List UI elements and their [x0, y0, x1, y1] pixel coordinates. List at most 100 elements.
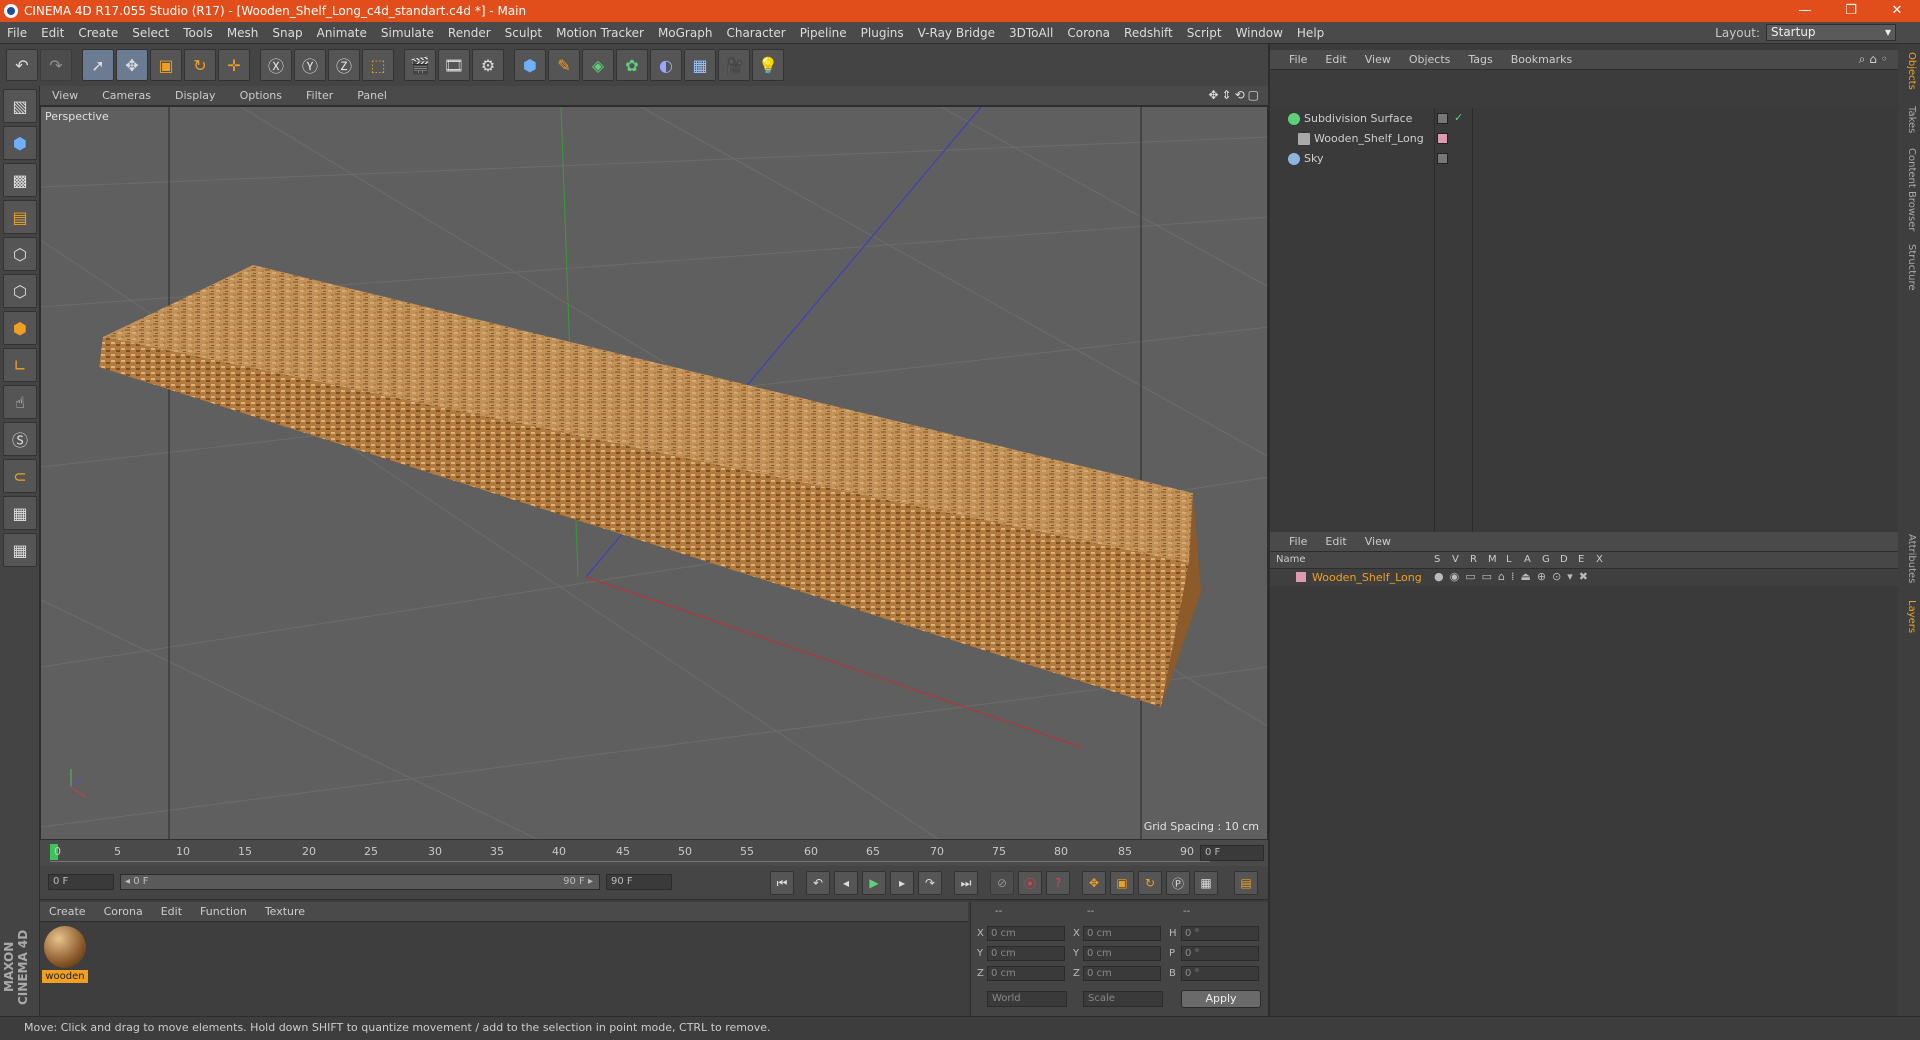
cube-primitive-icon[interactable]: ⬢ — [514, 49, 546, 81]
end-frame-field[interactable]: 90 F — [606, 874, 672, 890]
rotate-tool-icon[interactable]: ↻ — [184, 49, 216, 81]
autokey-icon[interactable]: ? — [1046, 871, 1070, 895]
object-name[interactable]: Subdivision Surface — [1304, 112, 1412, 125]
floor-icon[interactable]: ▦ — [684, 49, 716, 81]
menu-simulate[interactable]: Simulate — [374, 26, 441, 40]
menu-redshift[interactable]: Redshift — [1117, 26, 1180, 40]
objects-menu-view[interactable]: View — [1356, 53, 1400, 66]
key-rotation-icon[interactable]: ↻ — [1138, 871, 1162, 895]
menu-create[interactable]: Create — [71, 26, 125, 40]
close-button[interactable]: ✕ — [1874, 0, 1920, 22]
objects-menu-bookmarks[interactable]: Bookmarks — [1502, 53, 1581, 66]
object-manager-tools-icons[interactable]: ⌕⌂◦ — [1859, 52, 1892, 67]
points-mode-icon[interactable]: ⬡ — [3, 237, 37, 271]
menu-snap[interactable]: Snap — [265, 26, 309, 40]
previous-frame-icon[interactable]: ◂ — [834, 871, 858, 895]
rotation-p-field[interactable]: 0 ° — [1181, 946, 1259, 961]
undo-icon[interactable]: ↶ — [6, 49, 38, 81]
material-menu-function[interactable]: Function — [191, 905, 256, 918]
spline-pen-icon[interactable]: ✎ — [548, 49, 580, 81]
object-name[interactable]: Wooden_Shelf_Long — [1314, 132, 1424, 145]
layer-name[interactable]: Wooden_Shelf_Long — [1312, 571, 1422, 584]
menu-vray-bridge[interactable]: V-Ray Bridge — [911, 26, 1002, 40]
play-forward-icon[interactable]: ▶ — [862, 871, 886, 895]
apply-button[interactable]: Apply — [1181, 990, 1261, 1008]
viewport-menu-view[interactable]: View — [40, 89, 90, 102]
tab-content-browser[interactable]: Content Browser — [1901, 148, 1917, 231]
position-y-field[interactable]: 0 cm — [987, 946, 1065, 961]
3d-viewport[interactable]: Perspective Grid Spacing : 10 cm — [40, 106, 1268, 840]
light-icon[interactable]: 💡 — [752, 49, 784, 81]
go-to-start-icon[interactable]: ⏮ — [770, 871, 794, 895]
timeline-ruler[interactable]: 0 5 10 15 20 25 30 35 40 45 50 55 60 65 … — [40, 840, 1268, 866]
viewport-menu-options[interactable]: Options — [228, 89, 294, 102]
restore-button[interactable]: ❐ — [1828, 0, 1874, 22]
menu-select[interactable]: Select — [125, 26, 176, 40]
z-axis-lock-icon[interactable]: Ⓩ — [328, 49, 360, 81]
viewport-menu-filter[interactable]: Filter — [294, 89, 345, 102]
material-menu-create[interactable]: Create — [40, 905, 95, 918]
menu-motion-tracker[interactable]: Motion Tracker — [549, 26, 651, 40]
layers-menu-edit[interactable]: Edit — [1316, 535, 1355, 548]
coordinate-system-icon[interactable]: ⬚ — [362, 49, 394, 81]
layer-color-swatch[interactable] — [1296, 572, 1306, 582]
axis-mode-icon[interactable]: ∟ — [3, 348, 37, 382]
render-picture-viewer-icon[interactable]: 🎞 — [438, 49, 470, 81]
tab-structure[interactable]: Structure — [1901, 244, 1917, 291]
move-tool-icon[interactable]: ✥ — [116, 49, 148, 81]
viewport-menu-cameras[interactable]: Cameras — [90, 89, 163, 102]
timeline-window-icon[interactable]: ▤ — [1234, 871, 1258, 895]
key-scale-icon[interactable]: ▣ — [1110, 871, 1134, 895]
menu-3dtoall[interactable]: 3DToAll — [1002, 26, 1060, 40]
object-row-subdivision-surface[interactable]: Subdivision Surface ✓ — [1270, 110, 1900, 129]
current-frame-field[interactable]: 0 F — [1200, 845, 1264, 861]
material-tag-icon[interactable] — [1437, 133, 1448, 144]
tab-layers[interactable]: Layers — [1901, 600, 1917, 633]
polygons-mode-icon[interactable]: ⬢ — [3, 311, 37, 345]
next-key-icon[interactable]: ↷ — [918, 871, 942, 895]
workplane-icon[interactable]: ▤ — [3, 200, 37, 234]
menu-file[interactable]: File — [0, 26, 34, 40]
timeline-track[interactable] — [50, 844, 1210, 862]
workplane-lock-icon[interactable]: ▦ — [3, 496, 37, 530]
size-x-field[interactable]: 0 cm — [1083, 926, 1161, 941]
objects-menu-tags[interactable]: Tags — [1459, 53, 1501, 66]
objects-menu-file[interactable]: File — [1280, 53, 1316, 66]
solo-mode-icon[interactable]: Ⓢ — [3, 422, 37, 456]
cloner-icon[interactable]: ✿ — [616, 49, 648, 81]
make-editable-icon[interactable]: ▧ — [3, 89, 37, 123]
rotation-b-field[interactable]: 0 ° — [1181, 966, 1259, 981]
viewport-menu-panel[interactable]: Panel — [345, 89, 399, 102]
material-menu-corona[interactable]: Corona — [95, 905, 152, 918]
menu-sculpt[interactable]: Sculpt — [498, 26, 549, 40]
deformer-icon[interactable]: ◐ — [650, 49, 682, 81]
snap-icon[interactable]: ⊂ — [3, 459, 37, 493]
visibility-toggle-icon[interactable] — [1437, 113, 1448, 124]
live-selection-icon[interactable]: ➚ — [82, 49, 114, 81]
camera-icon[interactable]: 🎥 — [718, 49, 750, 81]
go-to-end-icon[interactable]: ⏭ — [954, 871, 978, 895]
menu-mesh[interactable]: Mesh — [220, 26, 266, 40]
subdivision-surface-icon[interactable]: ◈ — [582, 49, 614, 81]
coordinate-mode-dropdown[interactable]: World — [987, 991, 1067, 1007]
menu-mograph[interactable]: MoGraph — [651, 26, 720, 40]
key-parameter-icon[interactable]: Ⓟ — [1166, 871, 1190, 895]
menu-animate[interactable]: Animate — [310, 26, 374, 40]
minimize-button[interactable]: — — [1782, 0, 1828, 22]
position-z-field[interactable]: 0 cm — [987, 966, 1065, 981]
material-menu-texture[interactable]: Texture — [256, 905, 314, 918]
layers-menu-view[interactable]: View — [1356, 535, 1400, 548]
objects-menu-objects[interactable]: Objects — [1400, 53, 1460, 66]
material-preview-wooden[interactable] — [44, 926, 86, 968]
size-y-field[interactable]: 0 cm — [1083, 946, 1161, 961]
tab-takes[interactable]: Takes — [1901, 106, 1917, 133]
recent-tool-icon[interactable]: ✛ — [218, 49, 250, 81]
x-axis-lock-icon[interactable]: Ⓧ — [260, 49, 292, 81]
menu-pipeline[interactable]: Pipeline — [793, 26, 854, 40]
material-name-label[interactable]: wooden — [42, 970, 88, 983]
render-settings-icon[interactable]: ⚙ — [472, 49, 504, 81]
model-mode-icon[interactable]: ⬢ — [3, 126, 37, 160]
motion-path-icon[interactable]: ⊘ — [990, 871, 1014, 895]
record-keys-icon[interactable]: ⦿ — [1018, 871, 1042, 895]
previous-key-icon[interactable]: ↶ — [806, 871, 830, 895]
